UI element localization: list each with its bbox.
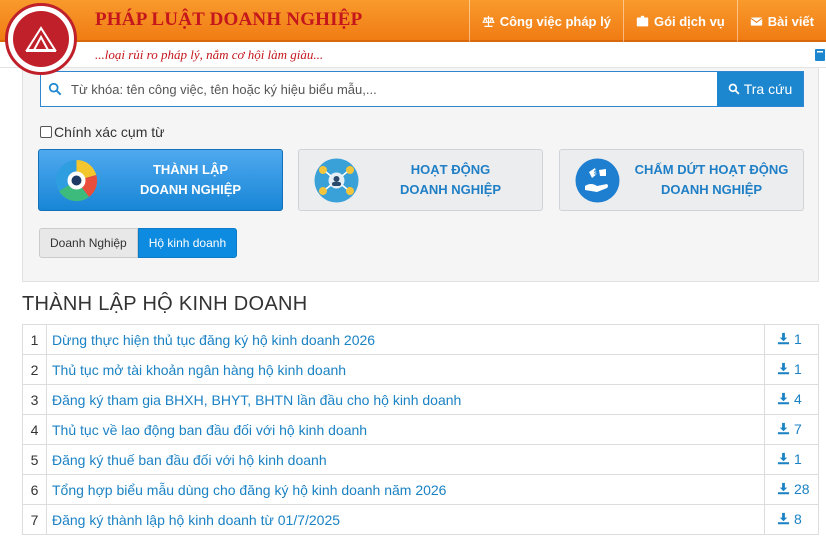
table-row: 1 Dừng thực hiện thủ tục đăng ký hộ kinh… (22, 324, 819, 355)
download-count: 4 (794, 390, 802, 407)
tab-enterprise[interactable]: Doanh Nghiệp (39, 228, 138, 258)
table-row: 4 Thủ tục về lao động ban đầu đối với hộ… (22, 414, 819, 445)
table-row: 5 Đăng ký thuế ban đầu đối với hộ kinh d… (22, 444, 819, 475)
download-link[interactable]: 7 (764, 414, 819, 445)
money-hands-icon: $ (575, 158, 620, 203)
book-icon[interactable] (812, 48, 826, 62)
site-logo[interactable] (5, 3, 77, 75)
procedure-link[interactable]: Đăng ký tham gia BHXH, BHYT, BHTN lần đầ… (46, 384, 765, 415)
category-establish-business[interactable]: THÀNH LẬP DOANH NGHIỆP (38, 149, 283, 211)
row-number: 2 (22, 354, 47, 385)
download-count: 1 (794, 450, 802, 467)
exact-phrase-option[interactable]: Chính xác cụm từ (40, 124, 165, 140)
row-number: 5 (22, 444, 47, 475)
row-number: 4 (22, 414, 47, 445)
search-input[interactable] (69, 72, 717, 106)
procedure-link[interactable]: Thủ tục mở tài khoản ngân hàng hộ kinh d… (46, 354, 765, 385)
slogan-bar: ...loại rủi ro pháp lý, nắm cơ hội làm g… (0, 42, 826, 68)
package-icon (636, 15, 649, 26)
category-business-operations[interactable]: HOẠT ĐỘNG DOANH NGHIỆP (298, 149, 543, 211)
table-row: 3 Đăng ký tham gia BHXH, BHYT, BHTN lần … (22, 384, 819, 415)
download-link[interactable]: 1 (764, 354, 819, 385)
row-number: 1 (22, 324, 47, 355)
procedure-link[interactable]: Dừng thực hiện thủ tục đăng ký hộ kinh d… (46, 324, 765, 355)
category-label: THÀNH LẬP DOANH NGHIỆP (139, 162, 242, 197)
download-icon (777, 333, 790, 345)
search-panel: Tra cứu Chính xác cụm từ THÀNH LẬP DOANH… (22, 68, 819, 282)
download-count: 8 (794, 510, 802, 527)
download-link[interactable]: 1 (764, 324, 819, 355)
download-link[interactable]: 4 (764, 384, 819, 415)
procedure-link[interactable]: Đăng ký thuế ban đầu đối với hộ kinh doa… (46, 444, 765, 475)
brand-title[interactable]: PHÁP LUẬT DOANH NGHIỆP (95, 9, 362, 31)
download-icon (777, 453, 790, 465)
top-nav: Công việc pháp lý Gói dịch vụ Bài viết (468, 0, 826, 42)
table-row: 7 Đăng ký thành lập hộ kinh doanh từ 01/… (22, 504, 819, 535)
search-button-label: Tra cứu (743, 81, 793, 97)
procedure-link[interactable]: Thủ tục về lao động ban đầu đối với hộ k… (46, 414, 765, 445)
pie-chart-icon (54, 158, 99, 203)
envelope-icon (750, 16, 763, 26)
search-icon (728, 83, 740, 95)
search-button[interactable]: Tra cứu (717, 72, 803, 106)
download-count: 7 (794, 420, 802, 437)
nav-item-legal-work[interactable]: Công việc pháp lý (468, 0, 623, 42)
section-title: THÀNH LẬP HỘ KINH DOANH (22, 293, 308, 315)
nav-item-articles[interactable]: Bài viết (736, 0, 826, 42)
tab-household-business[interactable]: Hộ kinh doanh (137, 228, 238, 258)
exact-phrase-checkbox[interactable] (40, 126, 52, 138)
download-link[interactable]: 28 (764, 474, 819, 505)
scale-icon (482, 15, 495, 27)
table-row: 2 Thủ tục mở tài khoản ngân hàng hộ kinh… (22, 354, 819, 385)
download-link[interactable]: 8 (764, 504, 819, 535)
download-icon (777, 423, 790, 435)
business-type-tabs: Doanh Nghiệp Hộ kinh doanh (39, 228, 238, 258)
nav-item-service-package[interactable]: Gói dịch vụ (622, 0, 737, 42)
download-icon (777, 513, 790, 525)
download-icon (777, 363, 790, 375)
download-icon (777, 483, 790, 495)
row-number: 3 (22, 384, 47, 415)
download-icon (777, 393, 790, 405)
business-network-icon (314, 158, 359, 203)
download-link[interactable]: 1 (764, 444, 819, 475)
site-header: PHÁP LUẬT DOANH NGHIỆP Công việc pháp lý… (0, 0, 826, 42)
row-number: 6 (22, 474, 47, 505)
nav-item-label: Gói dịch vụ (653, 13, 725, 29)
procedure-link[interactable]: Tổng hợp biểu mẫu dùng cho đăng ký hộ ki… (46, 474, 765, 505)
row-number: 7 (22, 504, 47, 535)
download-count: 28 (794, 480, 810, 497)
exact-phrase-label: Chính xác cụm từ (54, 124, 165, 140)
category-label: HOẠT ĐỘNG DOANH NGHIỆP (399, 162, 502, 197)
search-icon (41, 72, 69, 106)
category-terminate-business[interactable]: $ CHẤM DỨT HOẠT ĐỘNG DOANH NGHIỆP (559, 149, 804, 211)
table-row: 6 Tổng hợp biểu mẫu dùng cho đăng ký hộ … (22, 474, 819, 505)
procedure-table: 1 Dừng thực hiện thủ tục đăng ký hộ kinh… (22, 324, 819, 535)
nav-item-label: Bài viết (767, 13, 814, 29)
download-count: 1 (794, 360, 802, 377)
nav-item-label: Công việc pháp lý (499, 13, 611, 29)
download-count: 1 (794, 330, 802, 347)
procedure-link[interactable]: Đăng ký thành lập hộ kinh doanh từ 01/7/… (46, 504, 765, 535)
logo-emblem (13, 11, 69, 67)
category-label: CHẤM DỨT HOẠT ĐỘNG DOANH NGHIỆP (634, 162, 789, 197)
brand-slogan: ...loại rủi ro pháp lý, nắm cơ hội làm g… (95, 47, 324, 62)
search-bar: Tra cứu (40, 71, 804, 107)
